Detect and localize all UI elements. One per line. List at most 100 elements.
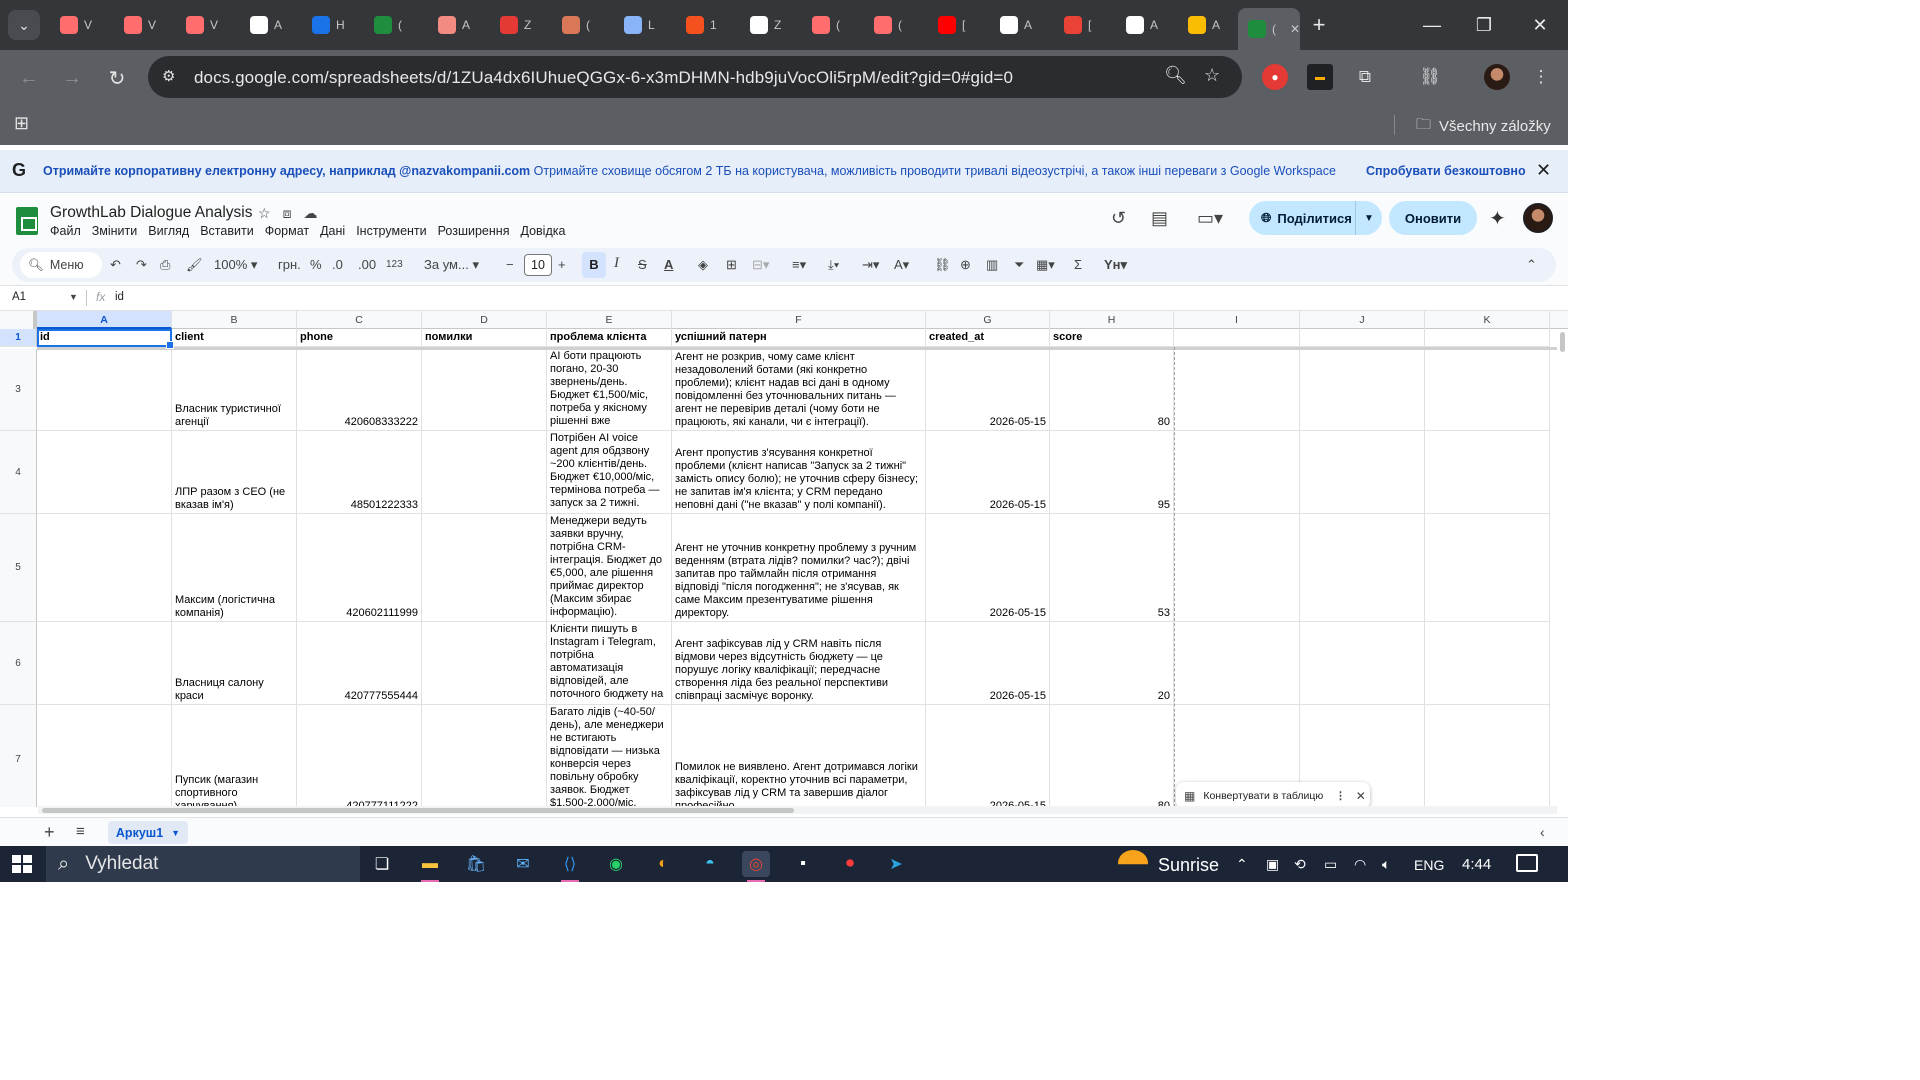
formula-input[interactable]: id — [115, 291, 124, 303]
cell-score[interactable]: 80 — [1050, 349, 1174, 431]
browser-tab[interactable]: V — [176, 8, 238, 42]
cell-client[interactable]: Власниця салону краси — [172, 622, 297, 705]
header-cell[interactable]: created_at — [926, 329, 1050, 347]
column-header[interactable]: I — [1174, 311, 1300, 329]
cell-client[interactable]: Пупсик (магазин спортивного харчування) — [172, 705, 297, 807]
row-header[interactable]: 1 — [0, 329, 37, 347]
store-icon[interactable]: 🛍︎ — [462, 851, 490, 877]
cell-pattern[interactable]: Агент не уточнив конкретну проблему з ру… — [672, 514, 926, 622]
all-sheets-icon[interactable]: ≡ — [76, 823, 85, 840]
star-icon[interactable]: ☆ — [258, 205, 271, 222]
mic-extension-icon[interactable]: ● — [1262, 64, 1288, 90]
text-wrap-icon[interactable]: ⇥▾ — [862, 257, 879, 273]
cell-phone[interactable]: 48501222333 — [297, 431, 422, 514]
browser-tab[interactable]: V — [50, 8, 112, 42]
insert-chart-icon[interactable]: ▥ — [986, 257, 998, 273]
horizontal-align-icon[interactable]: ≡▾ — [792, 257, 806, 273]
browser-tab[interactable]: A — [240, 8, 302, 42]
notifications-icon[interactable] — [1516, 854, 1538, 872]
empty-cell[interactable] — [1174, 431, 1300, 514]
input-tools-icon[interactable]: Yʜ▾ — [1104, 257, 1127, 273]
cell-score[interactable]: 95 — [1050, 431, 1174, 514]
column-header[interactable]: C — [297, 311, 422, 329]
cell-created-at[interactable]: 2026-05-15 — [926, 705, 1050, 807]
browser-tab[interactable]: 1 — [676, 8, 738, 42]
forward-button[interactable]: → — [57, 63, 87, 93]
all-bookmarks-folder[interactable]: 🗀 Všechny záložky — [1416, 114, 1551, 139]
telegram-icon[interactable]: ➤ — [882, 851, 910, 877]
column-header[interactable]: J — [1300, 311, 1425, 329]
share-button[interactable]: 🌐︎ Поділитися ▼ — [1249, 201, 1382, 235]
back-button[interactable]: ← — [14, 63, 44, 93]
wifi-icon[interactable]: ◠ — [1354, 856, 1366, 873]
header-cell[interactable]: проблема клієнта — [547, 329, 672, 347]
vertical-scrollbar[interactable] — [1557, 330, 1568, 806]
frozen-row-divider[interactable] — [37, 347, 1567, 350]
insert-link-icon[interactable]: ⛓ — [934, 257, 951, 273]
cell-created-at[interactable]: 2026-05-15 — [926, 622, 1050, 705]
fill-color-icon[interactable]: ◈ — [698, 257, 708, 273]
edge-icon[interactable]: ◓ — [696, 851, 724, 877]
meet-icon[interactable]: ▭▾ — [1197, 208, 1223, 229]
empty-cell[interactable] — [1425, 705, 1550, 807]
cell-phone[interactable]: 420777111222 — [297, 705, 422, 807]
scroll-tabs-left-icon[interactable]: ‹ — [1540, 824, 1545, 840]
currency-format[interactable]: грн. — [278, 257, 301, 272]
bold-button[interactable]: B — [582, 252, 606, 278]
cell-pattern[interactable]: Помилок не виявлено. Агент дотримався ло… — [672, 705, 926, 807]
column-header[interactable]: B — [172, 311, 297, 329]
sunrise-weather-icon[interactable] — [1118, 850, 1148, 865]
browser-tab[interactable]: A — [1178, 8, 1240, 42]
tray-app-icon[interactable]: ▣ — [1266, 856, 1279, 873]
browser-tab[interactable]: ( — [364, 8, 426, 42]
cell-created-at[interactable]: 2026-05-15 — [926, 431, 1050, 514]
cell-created-at[interactable]: 2026-05-15 — [926, 514, 1050, 622]
close-icon[interactable]: ✕ — [1536, 160, 1551, 181]
cell-id[interactable] — [37, 705, 172, 807]
extensions-puzzle-icon[interactable]: ⧉ — [1352, 64, 1378, 90]
cell-client[interactable]: Власник туристичної агенції — [172, 349, 297, 431]
cell-errors[interactable] — [422, 705, 547, 807]
font-size-input[interactable]: 10 — [524, 254, 552, 276]
column-header[interactable]: K — [1425, 311, 1550, 329]
zoom-icon[interactable]: 🔍︎ — [1164, 65, 1187, 86]
convert-label[interactable]: Конвертувати в таблицю — [1203, 790, 1323, 802]
vertical-scroll-thumb[interactable] — [1560, 332, 1565, 352]
file-explorer-icon[interactable]: ▬ — [416, 851, 444, 877]
close-window-button[interactable]: ✕ — [1520, 10, 1560, 40]
merge-cells-icon[interactable]: ⊟▾ — [752, 257, 769, 273]
spreadsheet-grid[interactable]: ABCDEFGHIJK 1 id client phone помилки проблем… — [0, 311, 1568, 807]
browser-tab[interactable]: Z — [740, 8, 802, 42]
font-size-decrease[interactable]: − — [506, 257, 514, 272]
document-title[interactable]: GrowthLab Dialogue Analysis — [50, 204, 252, 222]
empty-cell[interactable] — [1174, 349, 1300, 431]
cell-errors[interactable] — [422, 622, 547, 705]
functions-icon[interactable]: Σ — [1074, 257, 1082, 272]
dark-app-icon[interactable]: ▪ — [789, 851, 817, 877]
select-all-corner[interactable] — [0, 311, 37, 329]
column-header[interactable]: E — [547, 311, 672, 329]
more-options-icon[interactable]: ⋮ — [1335, 790, 1346, 802]
input-language[interactable]: ENG — [1414, 857, 1444, 873]
gemini-sparkle-icon[interactable]: ✦ — [1489, 206, 1506, 231]
menu-item[interactable]: Вигляд — [148, 224, 189, 238]
start-button[interactable] — [12, 855, 32, 873]
zoom-select[interactable]: 100% ▾ — [214, 257, 257, 273]
header-cell[interactable] — [1174, 329, 1300, 347]
italic-button[interactable]: I — [614, 255, 619, 272]
cell-phone[interactable]: 420608333222 — [297, 349, 422, 431]
header-cell[interactable]: phone — [297, 329, 422, 347]
new-tab-button[interactable]: + — [1304, 10, 1334, 40]
header-cell[interactable]: успішний патерн — [672, 329, 926, 347]
cell-created-at[interactable]: 2026-05-15 — [926, 349, 1050, 431]
collapse-toolbar-icon[interactable]: ⌃ — [1526, 257, 1537, 273]
row-header[interactable]: 5 — [0, 514, 37, 622]
text-rotation-icon[interactable]: A▾ — [894, 257, 909, 273]
history-icon[interactable]: ↺ — [1111, 208, 1126, 229]
name-box-dropdown-icon[interactable]: ▼ — [69, 292, 78, 302]
sheet-tab-dropdown-icon[interactable]: ▼ — [171, 828, 180, 838]
browser-tab[interactable]: A — [428, 8, 490, 42]
header-cell[interactable]: score — [1050, 329, 1174, 347]
empty-cell[interactable] — [1425, 349, 1550, 431]
column-header[interactable]: D — [422, 311, 547, 329]
